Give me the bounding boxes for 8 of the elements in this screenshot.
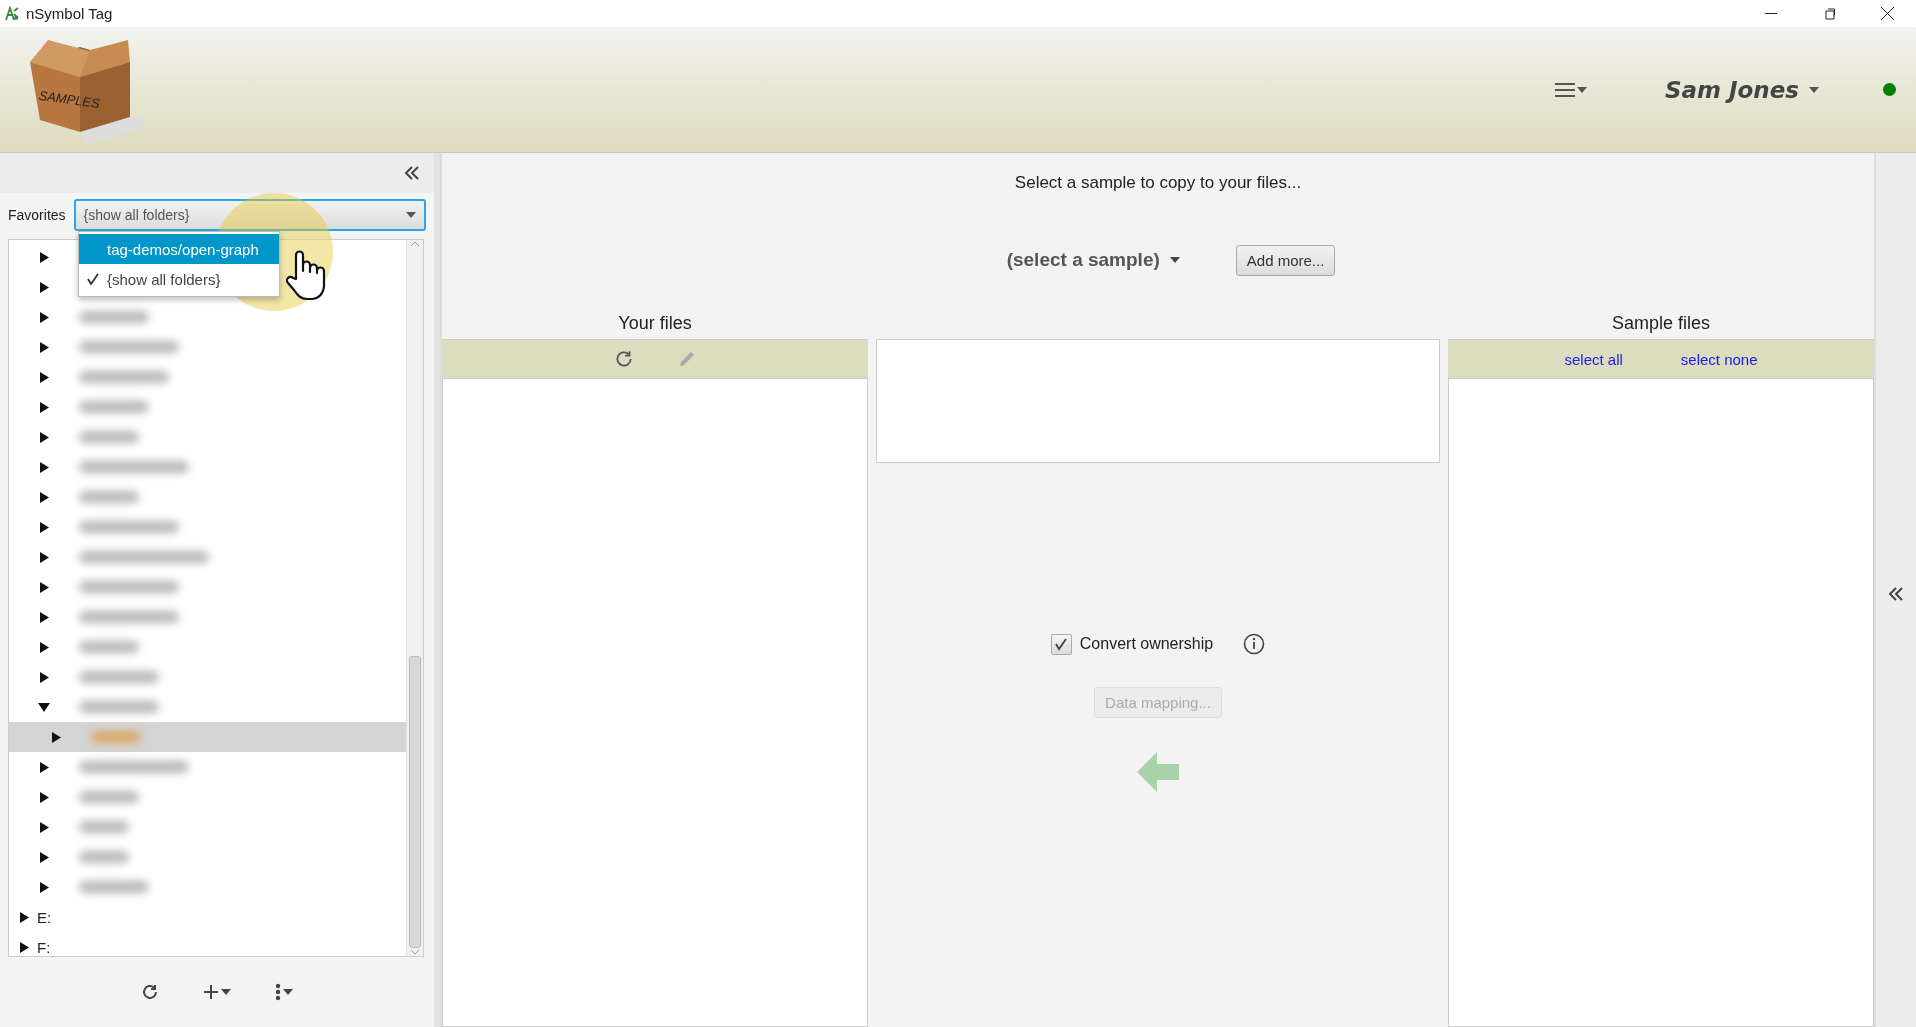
window-title: nSymbol Tag — [26, 5, 114, 22]
column-title: Sample files — [1610, 311, 1711, 335]
instruction-text: Select a sample to copy to your files... — [1013, 172, 1303, 194]
drive-label: E: — [37, 908, 52, 926]
column-title: Your files — [617, 311, 693, 335]
favorites-label: Favorites — [8, 207, 66, 223]
drive-label: F: — [37, 938, 51, 956]
logo-text: SAMPLES — [37, 87, 101, 112]
